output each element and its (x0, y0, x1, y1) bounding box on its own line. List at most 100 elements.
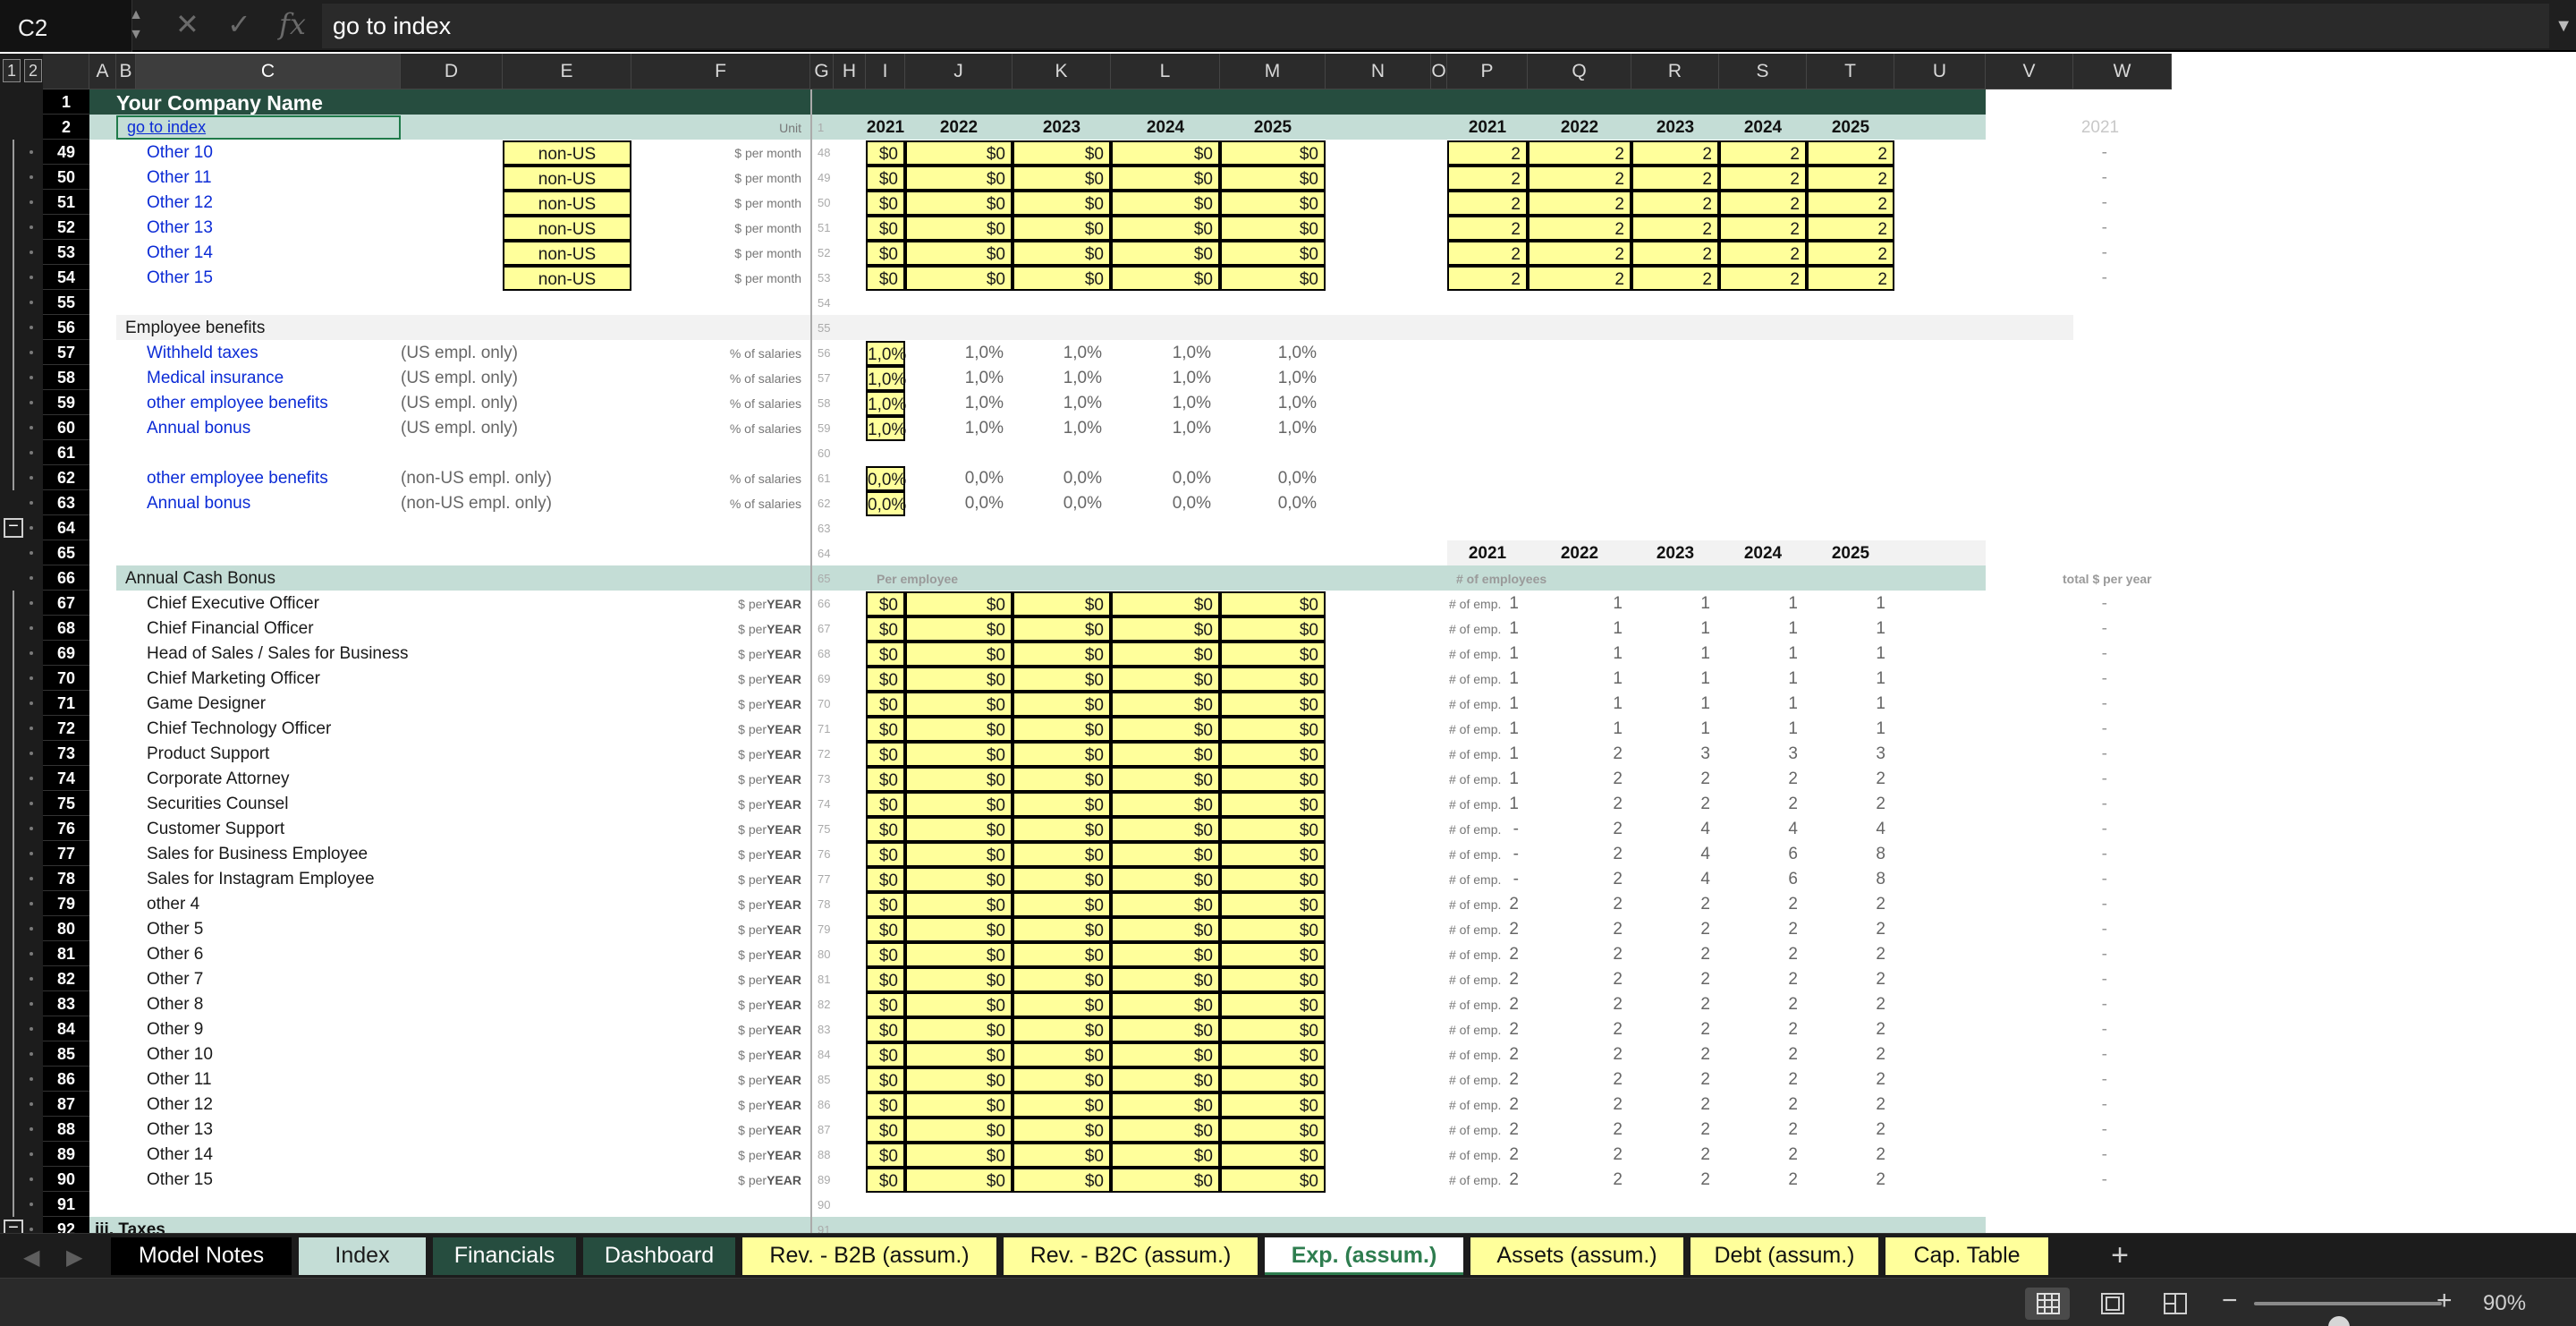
function-icon[interactable]: fx (279, 7, 306, 41)
row-header[interactable]: 54 (43, 265, 89, 290)
column-header-g[interactable]: G (810, 54, 834, 89)
cancel-icon[interactable]: ✕ (175, 7, 199, 41)
row-header[interactable]: 66 (43, 565, 89, 591)
row-header[interactable]: 69 (43, 641, 89, 666)
row-header[interactable]: 1 (43, 89, 89, 115)
collapse-group-button[interactable]: − (4, 1219, 23, 1233)
column-header-v[interactable]: V (1986, 54, 2073, 89)
row-header[interactable]: 2 (43, 115, 89, 140)
worksheet-grid[interactable]: 1 2 A B C D E F G H I J K L M N O P Q R S T U V W 1 2 49 50 51 52 53 54 5… (0, 54, 2576, 1233)
column-header-m[interactable]: M (1220, 54, 1326, 89)
column-header-u[interactable]: U (1894, 54, 1986, 89)
sheet-tab[interactable]: Exp. (assum.) (1265, 1237, 1463, 1275)
outline-level-button[interactable]: 1 (3, 59, 21, 82)
column-header-p[interactable]: P (1447, 54, 1528, 89)
column-header-r[interactable]: R (1631, 54, 1719, 89)
row-header[interactable]: 76 (43, 816, 89, 841)
row-header[interactable]: 78 (43, 866, 89, 891)
chevron-down-icon[interactable]: ▼ (125, 25, 147, 45)
row-header[interactable]: 90 (43, 1167, 89, 1192)
sheet-tab[interactable]: Rev. - B2C (assum.) (1004, 1237, 1258, 1275)
confirm-icon[interactable]: ✓ (227, 7, 251, 41)
previous-sheet-icon[interactable]: ◀ (23, 1245, 39, 1271)
chevron-up-icon[interactable]: ▲ (125, 5, 147, 25)
row-header[interactable]: 58 (43, 365, 89, 390)
column-header-h[interactable]: H (834, 54, 866, 89)
sheet-tab[interactable]: Dashboard (583, 1237, 735, 1275)
zoom-in-button[interactable]: + (2436, 1286, 2453, 1316)
add-sheet-button[interactable]: + (2100, 1237, 2140, 1275)
expand-formula-icon[interactable]: ▼ (2555, 16, 2572, 37)
next-sheet-icon[interactable]: ▶ (66, 1245, 82, 1271)
column-header-n[interactable]: N (1326, 54, 1431, 89)
row-header[interactable]: 63 (43, 490, 89, 515)
row-header[interactable]: 55 (43, 290, 89, 315)
normal-view-button[interactable] (2025, 1288, 2070, 1320)
row-header[interactable]: 74 (43, 766, 89, 791)
column-header-k[interactable]: K (1013, 54, 1111, 89)
column-header-o[interactable]: O (1431, 54, 1447, 89)
row-header[interactable]: 61 (43, 440, 89, 465)
zoom-slider[interactable] (2254, 1302, 2442, 1326)
row-header[interactable]: 53 (43, 240, 89, 265)
row-header[interactable]: 56 (43, 315, 89, 340)
row-header[interactable]: 72 (43, 716, 89, 741)
column-header-s[interactable]: S (1719, 54, 1807, 89)
page-layout-view-button[interactable] (2089, 1288, 2134, 1320)
row-header[interactable]: 88 (43, 1117, 89, 1142)
column-header-e[interactable]: E (503, 54, 631, 89)
zoom-out-button[interactable]: − (2222, 1286, 2238, 1316)
row-header[interactable]: 77 (43, 841, 89, 866)
sheet-tab[interactable]: Debt (assum.) (1690, 1237, 1878, 1275)
zoom-slider-thumb[interactable] (2327, 1316, 2350, 1326)
sheet-tab[interactable]: Model Notes (111, 1237, 292, 1275)
sheet-tab[interactable]: Index (299, 1237, 426, 1275)
row-header[interactable]: 70 (43, 666, 89, 691)
column-header-q[interactable]: Q (1528, 54, 1631, 89)
collapse-group-button[interactable]: − (4, 517, 23, 538)
sheet-tab[interactable]: Assets (assum.) (1470, 1237, 1683, 1275)
row-header[interactable]: 89 (43, 1142, 89, 1167)
column-header-w[interactable]: W (2073, 54, 2172, 89)
row-header[interactable]: 92 (43, 1217, 89, 1233)
row-header[interactable]: 75 (43, 791, 89, 816)
sheet-tab[interactable]: Financials (433, 1237, 576, 1275)
column-header-j[interactable]: J (905, 54, 1013, 89)
column-header-b[interactable]: B (116, 54, 136, 89)
row-header[interactable]: 52 (43, 215, 89, 240)
row-header[interactable]: 68 (43, 616, 89, 641)
sheet-tab[interactable]: Rev. - B2B (assum.) (742, 1237, 996, 1275)
page-break-view-button[interactable] (2152, 1288, 2197, 1320)
row-header[interactable]: 51 (43, 190, 89, 215)
column-header-f[interactable]: F (631, 54, 810, 89)
row-header[interactable]: 87 (43, 1092, 89, 1117)
row-header[interactable]: 82 (43, 966, 89, 991)
row-header[interactable]: 64 (43, 515, 89, 540)
row-header[interactable]: 71 (43, 691, 89, 716)
row-header[interactable]: 79 (43, 891, 89, 916)
row-header[interactable]: 84 (43, 1016, 89, 1041)
go-to-index-link[interactable]: go to index (116, 115, 401, 140)
row-header[interactable]: 65 (43, 540, 89, 565)
row-header[interactable]: 86 (43, 1067, 89, 1092)
column-header-t[interactable]: T (1807, 54, 1894, 89)
name-box[interactable]: C2 (0, 0, 132, 52)
row-header[interactable]: 49 (43, 140, 89, 165)
row-header[interactable]: 73 (43, 741, 89, 766)
outline-level-button[interactable]: 2 (24, 59, 42, 82)
column-header-a[interactable]: A (89, 54, 116, 89)
row-header[interactable]: 50 (43, 165, 89, 190)
select-all-corner[interactable] (43, 54, 89, 89)
row-header[interactable]: 83 (43, 991, 89, 1016)
row-header[interactable]: 67 (43, 591, 89, 616)
row-header[interactable]: 91 (43, 1192, 89, 1217)
row-header[interactable]: 81 (43, 941, 89, 966)
column-header-d[interactable]: D (401, 54, 503, 89)
row-header[interactable]: 57 (43, 340, 89, 365)
row-header[interactable]: 60 (43, 415, 89, 440)
column-header-c[interactable]: C (136, 54, 401, 89)
name-box-stepper[interactable]: ▲ ▼ (125, 5, 147, 47)
column-header-i[interactable]: I (866, 54, 905, 89)
row-header[interactable]: 62 (43, 465, 89, 490)
row-header[interactable]: 59 (43, 390, 89, 415)
